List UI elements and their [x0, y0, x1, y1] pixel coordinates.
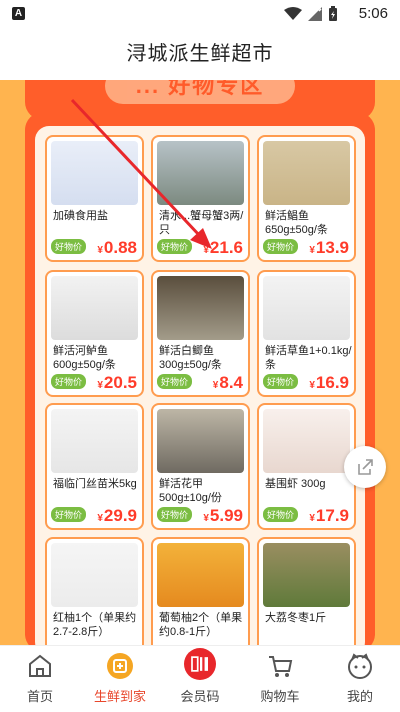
bottom-nav: 首页 生鲜到家 会员码 购物车 我的 [0, 645, 400, 712]
nav-cart-label: 购物车 [260, 689, 300, 704]
nav-member-code[interactable]: 会员码 [160, 646, 240, 712]
currency-symbol: ¥ [203, 245, 209, 256]
product-price: ¥8.4 [213, 373, 243, 393]
price-value: 8.4 [219, 373, 243, 392]
price-value: 29.9 [103, 506, 137, 525]
status-bar: A 5:06 [0, 0, 400, 28]
product-price: ¥13.9 [309, 238, 349, 258]
product-image [263, 543, 350, 607]
home-icon [29, 654, 51, 677]
currency-symbol: ¥ [203, 513, 209, 524]
product-price: ¥0.88 [97, 238, 137, 258]
product-card[interactable]: 加碘食用盐好物价 ¥0.88 [45, 135, 144, 262]
cart-icon [269, 656, 293, 677]
battery-icon [329, 6, 337, 21]
page-title: 浔城派生鲜超市 [126, 43, 274, 65]
product-card[interactable]: 福临门丝苗米5kg 好物价 ¥29.9 [45, 403, 144, 530]
product-name: 葡萄柚2个（单果约0.8-1斤） [159, 612, 243, 638]
currency-symbol: ¥ [309, 245, 315, 256]
share-icon [358, 459, 373, 475]
product-name: 福临门丝苗米5kg [53, 478, 137, 490]
wifi-icon [284, 7, 302, 20]
product-card[interactable]: 鲜活河鲈鱼600g±50g/条好物价 ¥20.5 [45, 270, 144, 397]
price-value: 13.9 [315, 238, 349, 257]
price-value: 0.88 [103, 238, 137, 257]
product-card[interactable]: 鲜活白鲫鱼300g±50g/条好物价 ¥8.4 [151, 270, 250, 397]
price-value: 20.5 [103, 373, 137, 392]
status-icons [284, 6, 338, 22]
app-notification-icon: A [12, 7, 25, 20]
nav-cart[interactable]: 购物车 [240, 646, 320, 712]
product-price: ¥20.5 [97, 373, 137, 393]
fresh-delivery-icon [107, 653, 133, 679]
good-price-badge: 好物价 [263, 239, 299, 254]
status-time: 5:06 [358, 5, 388, 22]
product-image [263, 409, 350, 473]
product-name: 大荔冬枣1斤 [265, 612, 327, 624]
product-card[interactable]: 鲜活草鱼1+0.1kg/条好物价 ¥16.9 [257, 270, 356, 397]
product-card[interactable]: 清水...蟹母蟹3两/只好物价 ¥21.6 [151, 135, 250, 262]
product-name: 鲜活草鱼1+0.1kg/条 [265, 345, 352, 371]
product-card[interactable]: 基围虾 300g 好物价 ¥17.9 [257, 403, 356, 530]
good-price-badge: 好物价 [157, 374, 193, 389]
good-price-badge: 好物价 [263, 374, 299, 389]
product-image [157, 543, 244, 607]
product-image [51, 409, 138, 473]
good-price-badge: 好物价 [157, 239, 193, 254]
currency-symbol: ¥ [212, 380, 219, 391]
price-value: 17.9 [315, 506, 349, 525]
nav-fresh-delivery-label: 生鲜到家 [93, 689, 146, 704]
currency-symbol: ¥ [97, 380, 103, 391]
product-price: ¥16.9 [309, 373, 349, 393]
product-card[interactable]: 鲜活花甲500g±10g/份好物价 ¥5.99 [151, 403, 250, 530]
product-name: 鲜活白鲫鱼300g±50g/条 [159, 345, 222, 371]
good-price-badge: 好物价 [51, 374, 87, 389]
price-value: 21.6 [209, 238, 243, 257]
product-name: 鲜活河鲈鱼600g±50g/条 [53, 345, 116, 371]
price-value: 5.99 [209, 506, 243, 525]
currency-symbol: ¥ [309, 380, 315, 391]
title-bar: 浔城派生鲜超市 [0, 28, 400, 80]
nav-home-label: 首页 [26, 689, 53, 704]
product-name: 红柚1个（单果约2.7-2.8斤） [53, 612, 137, 638]
nav-profile[interactable]: 我的 [320, 646, 400, 712]
product-image [51, 276, 138, 340]
currency-symbol: ¥ [97, 245, 103, 256]
signal-icon [308, 7, 322, 21]
nav-fresh-delivery[interactable]: 生鲜到家 [80, 646, 160, 712]
share-button[interactable] [344, 446, 386, 488]
product-image [157, 409, 244, 473]
product-image [263, 141, 350, 205]
nav-member-code-label: 会员码 [180, 689, 220, 704]
product-name: 加碘食用盐 [53, 210, 108, 222]
good-price-badge: 好物价 [263, 507, 299, 522]
product-card[interactable]: 鲜活鲳鱼650g±50g/条好物价 ¥13.9 [257, 135, 356, 262]
product-price: ¥21.6 [203, 238, 243, 258]
currency-symbol: ¥ [309, 513, 315, 524]
product-price: ¥5.99 [203, 506, 243, 526]
nav-home[interactable]: 首页 [0, 646, 80, 712]
product-name: 清水...蟹母蟹3两/只 [159, 210, 244, 236]
product-image [51, 543, 138, 607]
good-price-badge: 好物价 [157, 507, 193, 522]
product-price: ¥17.9 [309, 506, 349, 526]
product-name: 基围虾 300g [265, 478, 326, 490]
price-value: 16.9 [315, 373, 349, 392]
banner-title: ... 好物专区 [105, 80, 295, 104]
member-code-icon [184, 648, 216, 680]
product-image [157, 276, 244, 340]
product-image [51, 141, 138, 205]
product-name: 鲜活花甲500g±10g/份 [159, 478, 222, 504]
profile-icon [348, 653, 372, 679]
product-name: 鲜活鲳鱼650g±50g/条 [265, 210, 328, 236]
good-price-badge: 好物价 [51, 507, 87, 522]
good-price-badge: 好物价 [51, 239, 87, 254]
nav-profile-label: 我的 [346, 689, 373, 704]
product-image [157, 141, 244, 205]
currency-symbol: ¥ [97, 513, 103, 524]
product-price: ¥29.9 [97, 506, 137, 526]
product-image [263, 276, 350, 340]
